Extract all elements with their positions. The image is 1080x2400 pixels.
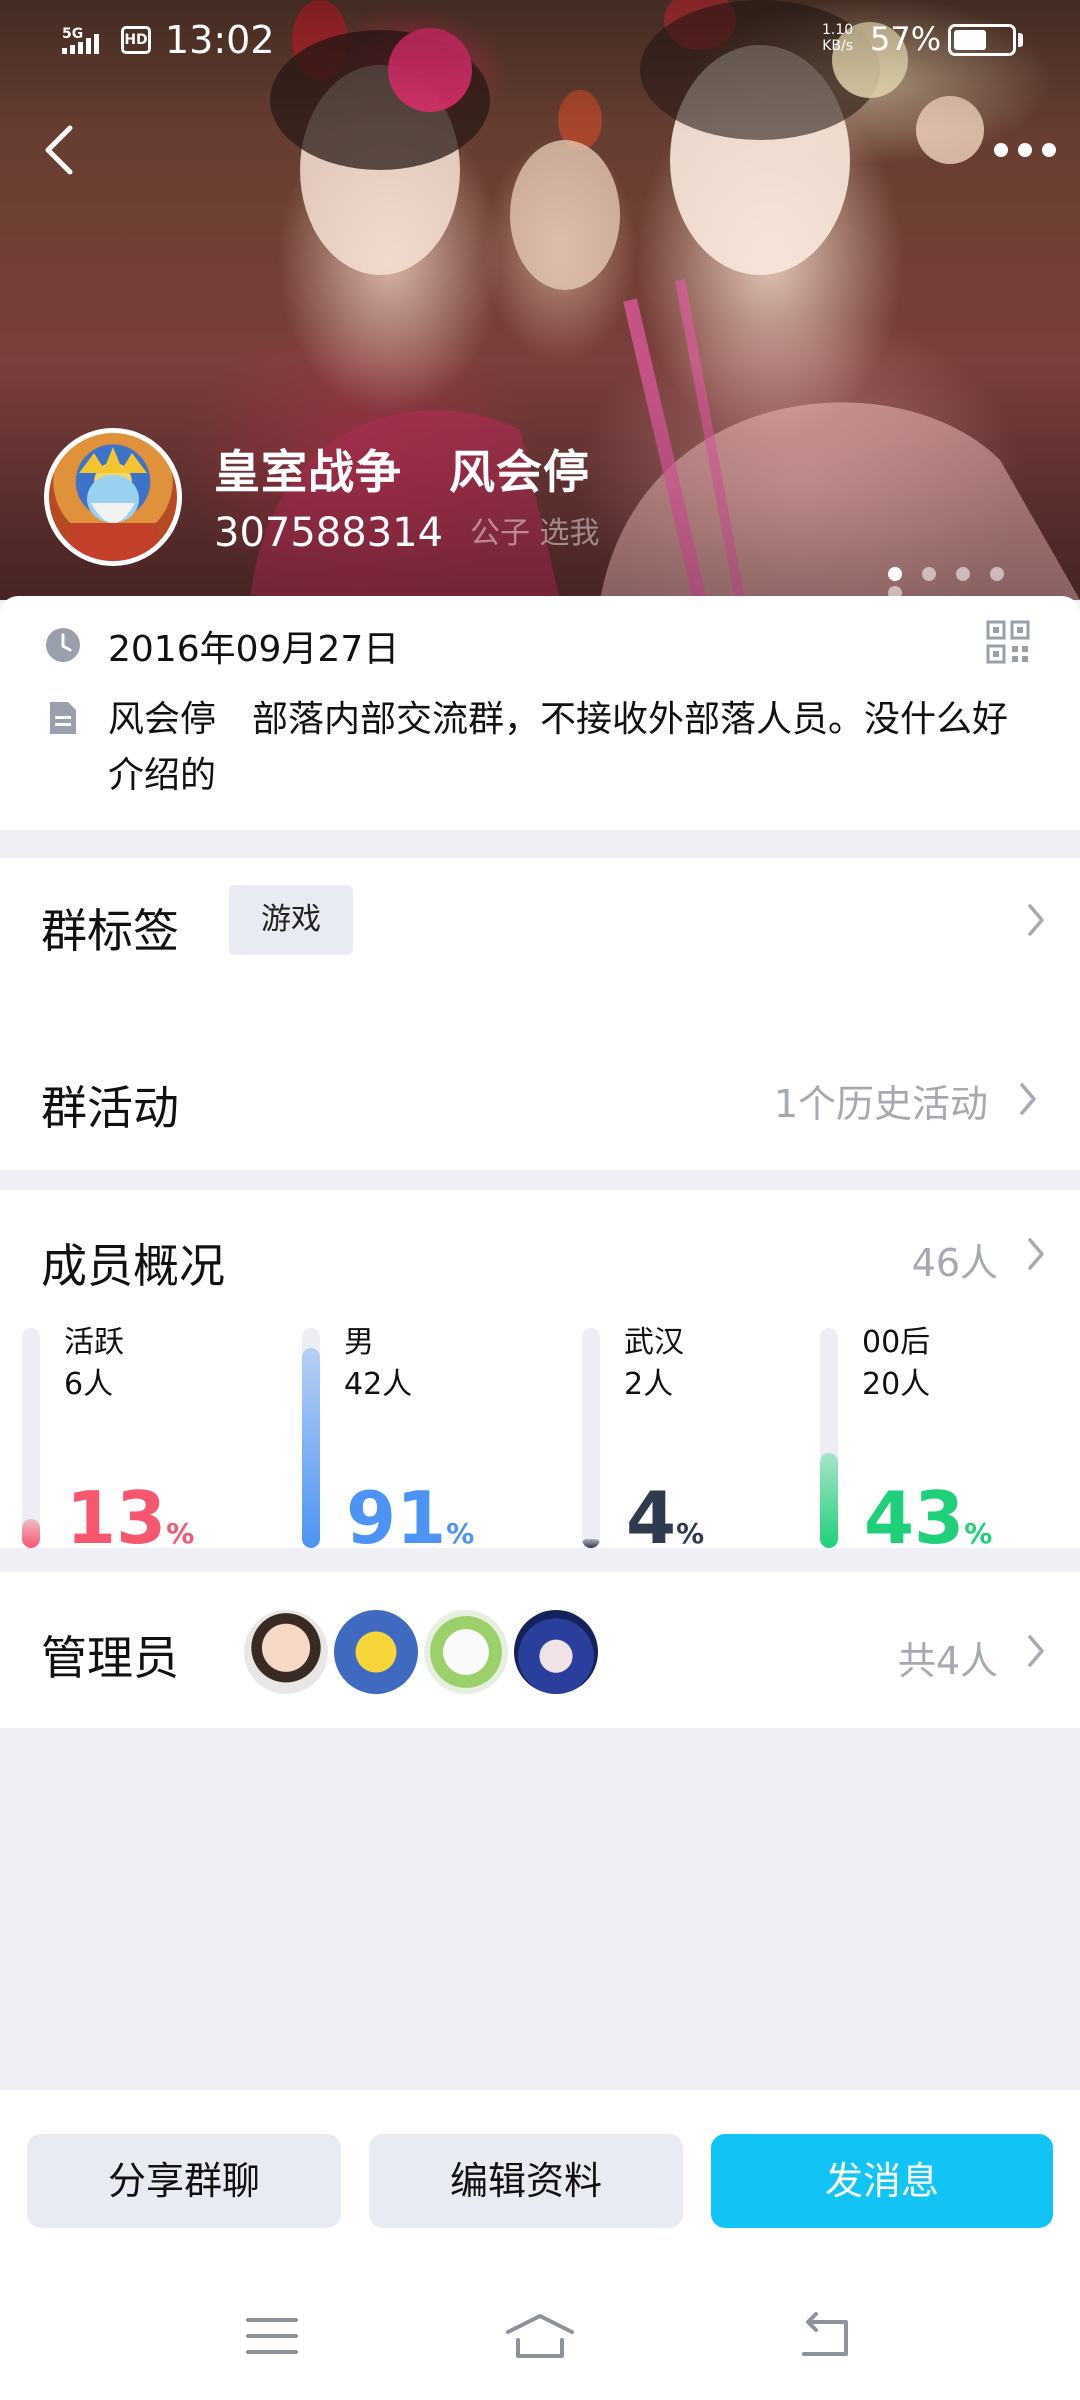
stat-percent-sign: % <box>676 1517 705 1550</box>
carousel-dot <box>888 567 902 581</box>
stat-count: 20人 <box>862 1367 931 1402</box>
members-title: 成员概况 <box>41 1239 225 1293</box>
group-tag: 游戏 <box>229 885 353 955</box>
stat-track <box>582 1328 600 1548</box>
battery-percent: 57% <box>870 20 942 58</box>
stat-count: 42人 <box>344 1367 413 1402</box>
stat-label: 武汉 <box>624 1325 684 1360</box>
tags-title: 群标签 <box>41 904 179 958</box>
admins-total: 共4人 <box>897 1639 998 1683</box>
chevron-right-icon <box>1020 1083 1036 1115</box>
stat-fill <box>582 1539 600 1548</box>
admin-avatar <box>424 1610 508 1694</box>
admin-avatar <box>244 1610 328 1694</box>
home-icon[interactable] <box>504 2312 576 2360</box>
stat-percent-sign: % <box>964 1517 993 1550</box>
stat-fill <box>302 1348 320 1548</box>
hd-badge: HD <box>121 26 151 54</box>
battery-nub <box>1018 33 1023 47</box>
group-description: 风会停 部落内部交流群，不接收外部落人员。没什么好介绍的 <box>108 699 1009 796</box>
stat-percentage: 91% <box>346 1482 474 1554</box>
stat-count: 6人 <box>64 1367 114 1402</box>
back-nav-icon[interactable] <box>796 2312 852 2360</box>
stat-label: 00后 <box>862 1325 931 1360</box>
svg-text:5G: 5G <box>62 26 83 42</box>
stat-percentage: 4% <box>626 1482 704 1554</box>
carousel-dot <box>922 567 936 581</box>
network-speed: 1.10 KB/s <box>822 22 853 54</box>
group-avatar-art <box>69 447 157 561</box>
carousel-dot <box>956 567 970 581</box>
stat-percentage: 13% <box>66 1482 194 1554</box>
menu-icon[interactable] <box>244 2312 300 2360</box>
admin-avatar <box>514 1610 598 1694</box>
back-icon[interactable] <box>40 122 80 178</box>
status-time: 13:02 <box>165 18 275 62</box>
signal-icon: 5G <box>62 26 99 54</box>
share-group-button[interactable]: 分享群聊 <box>27 2134 341 2228</box>
created-date: 2016年09月27日 <box>108 629 400 670</box>
network-speed-unit: KB/s <box>822 38 853 54</box>
chevron-right-icon <box>1028 904 1044 936</box>
chevron-right-icon <box>1028 1635 1044 1667</box>
carousel-indicator <box>888 566 1048 600</box>
photo-caption: 公子 选我 <box>470 516 600 551</box>
stat-label: 男 <box>344 1325 374 1360</box>
stat-percent-sign: % <box>446 1517 475 1550</box>
stat-value: 91 <box>346 1476 447 1560</box>
stat-value: 43 <box>864 1476 965 1560</box>
stat-percent-sign: % <box>166 1517 195 1550</box>
stat-track <box>302 1328 320 1548</box>
edit-profile-button[interactable]: 编辑资料 <box>369 2134 683 2228</box>
activity-title: 群活动 <box>41 1081 179 1135</box>
stat-track <box>22 1328 40 1548</box>
network-speed-value: 1.10 <box>822 22 854 38</box>
document-icon <box>50 702 76 734</box>
stat-value: 13 <box>66 1476 167 1560</box>
group-avatar[interactable] <box>44 428 182 566</box>
clock-icon <box>46 628 80 662</box>
stat-percentage: 43% <box>864 1482 992 1554</box>
more-icon[interactable] <box>992 136 1058 164</box>
stat-fill <box>22 1519 40 1548</box>
stat-value: 4 <box>626 1476 677 1560</box>
admin-avatar <box>334 1610 418 1694</box>
group-id[interactable]: 307588314 <box>214 510 443 556</box>
battery-level <box>954 30 986 50</box>
send-message-button[interactable]: 发消息 <box>711 2134 1053 2228</box>
activity-summary: 1个历史活动 <box>773 1082 988 1126</box>
carousel-dot <box>990 567 1004 581</box>
members-total: 46人 <box>911 1241 998 1285</box>
admins-title: 管理员 <box>41 1631 179 1685</box>
stat-track <box>820 1328 838 1548</box>
stat-count: 2人 <box>624 1367 674 1402</box>
chevron-right-icon <box>1028 1238 1044 1270</box>
group-name: 皇室战争 风会停 <box>214 445 590 499</box>
qr-code-icon[interactable] <box>986 620 1030 664</box>
stat-fill <box>820 1453 838 1548</box>
battery-icon <box>948 24 1016 56</box>
stat-label: 活跃 <box>64 1325 124 1360</box>
